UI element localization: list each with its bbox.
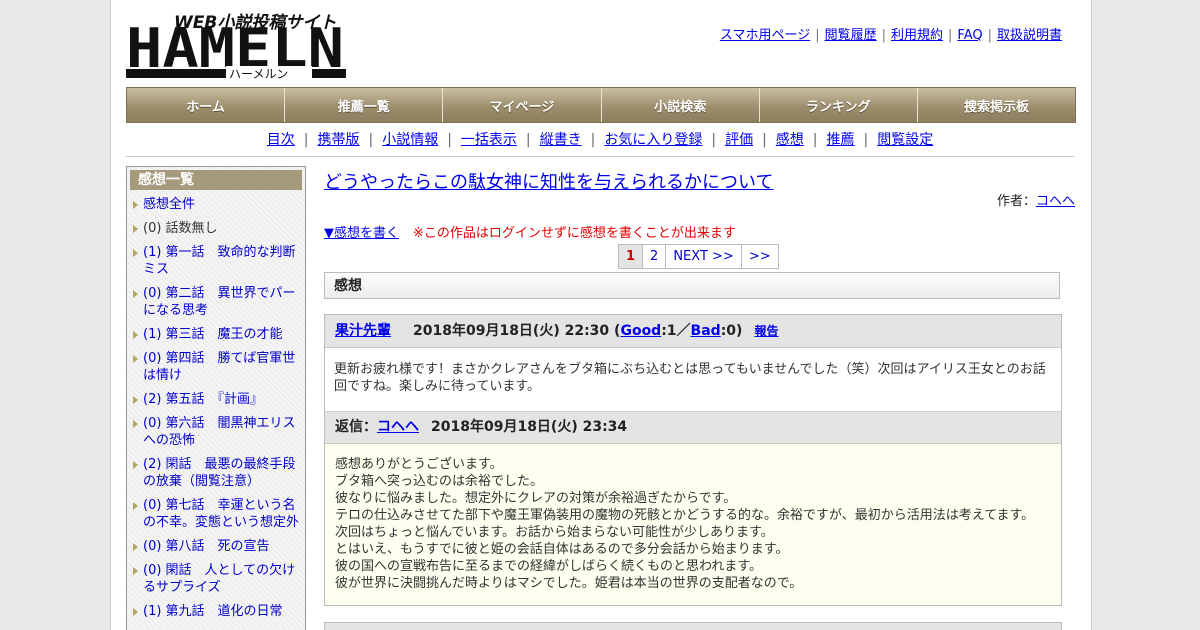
section-heading: 感想 <box>324 272 1060 299</box>
sidebar-item[interactable]: (0) 閑話 人としての欠けるサプライズ <box>127 559 305 600</box>
reply-body: 感想ありがとうございます。 ブタ箱へ突っ込むのは余裕でした。 彼なりに悩みました… <box>325 444 1061 605</box>
comment-body: 更新お疲れ様です！まさかクレアさんをブタ箱にぶち込むとは思ってもいませんでした（… <box>334 362 1046 394</box>
subnav-toc[interactable]: 目次 <box>267 132 295 148</box>
triangle-bullet-icon <box>133 225 138 233</box>
nav-search[interactable]: 小説検索 <box>601 88 760 122</box>
triangle-bullet-icon <box>133 420 138 428</box>
smartphone-page-link[interactable]: スマホ用ページ <box>720 28 810 43</box>
triangle-bullet-icon <box>133 502 138 510</box>
pagination: 1 2 NEXT >> >> <box>618 244 779 269</box>
good-link[interactable]: Good <box>620 323 661 339</box>
subnav-all[interactable]: 一括表示 <box>461 132 517 148</box>
author-link[interactable]: コヘヘ <box>1036 194 1075 209</box>
subnav-comments[interactable]: 感想 <box>776 132 804 148</box>
sidebar-item[interactable]: (2) 第五話 『計画』 <box>127 388 305 412</box>
page-next-link[interactable]: NEXT >> <box>666 245 742 268</box>
triangle-bullet-icon <box>133 396 138 404</box>
sidebar-item[interactable]: (2) 閑話 最悪の最終手段の放棄（閲覧注意） <box>127 453 305 494</box>
nav-ranking[interactable]: ランキング <box>759 88 918 122</box>
nav-board[interactable]: 捜索掲示板 <box>917 88 1076 122</box>
divider <box>126 156 1074 157</box>
top-links: スマホ用ページ | 閲覧履歴 | 利用規約 | FAQ | 取扱説明書 <box>719 28 1062 43</box>
terms-link[interactable]: 利用規約 <box>891 28 943 43</box>
author-line: 作者：コヘヘ <box>996 194 1075 209</box>
triangle-bullet-icon <box>133 201 138 209</box>
comment-sidebar: 感想一覧 感想全件 (0) 話数無し (1) 第一話 致命的な判断ミス (0) … <box>126 166 306 630</box>
sidebar-list: 感想全件 (0) 話数無し (1) 第一話 致命的な判断ミス (0) 第二話 異… <box>127 193 305 624</box>
hameln-logo[interactable]: WEB小説投稿サイト HAMELN ハーメルン <box>126 10 346 80</box>
nav-recommend[interactable]: 推薦一覧 <box>285 88 444 122</box>
subnav-settings[interactable]: 閲覧設定 <box>877 132 933 148</box>
sidebar-item[interactable]: (1) 第九話 道化の日常 <box>127 600 305 624</box>
page-2-link[interactable]: 2 <box>643 245 667 268</box>
reply-line: 彼なりに悩みました。想定外にクレアの対策が余裕過ぎたからです。 <box>335 491 737 506</box>
sidebar-item[interactable]: (0) 第二話 異世界でパーになる思考 <box>127 282 305 323</box>
reply-line: 彼が世界に決闘挑んだ時よりはマシでした。姫君は本当の世界の支配者なので。 <box>335 576 803 591</box>
reply-line: ブタ箱へ突っ込むのは余裕でした。 <box>335 474 544 489</box>
main-nav: ホーム 推薦一覧 マイページ 小説検索 ランキング 捜索掲示板 <box>126 87 1076 123</box>
reply-line: 彼の国への宣戦布告に至るまでの経緯がしばらく続くものと思われます。 <box>335 559 763 574</box>
sidebar-item[interactable]: (1) 第一話 致命的な判断ミス <box>127 241 305 282</box>
subnav-favorite[interactable]: お気に入り登録 <box>604 132 702 148</box>
triangle-bullet-icon <box>133 567 138 575</box>
commenter-link[interactable]: 果汁先輩 <box>335 323 391 339</box>
subnav-rate[interactable]: 評価 <box>725 132 753 148</box>
comment-entry: 果汁先輩 2018年09月18日(火) 22:30 (Good:1／Bad:0) 報… <box>324 314 1062 606</box>
novel-title-link[interactable]: どうやったらこの駄女神に知性を与えられるかについて <box>324 168 773 194</box>
write-comment-link[interactable]: ▼感想を書く <box>324 226 399 241</box>
manual-link[interactable]: 取扱説明書 <box>997 28 1062 43</box>
sidebar-item[interactable]: (0) 第七話 幸運という名の不幸。変態という想定外 <box>127 494 305 535</box>
next-comment-entry <box>324 622 1062 630</box>
comment-header: 果汁先輩 2018年09月18日(火) 22:30 (Good:1／Bad:0) 報… <box>325 315 1061 348</box>
reply-line: 感想ありがとうございます。 <box>335 457 503 472</box>
triangle-bullet-icon <box>133 355 138 363</box>
sidebar-item[interactable]: (1) 第三話 魔王の才能 <box>127 323 305 347</box>
nav-mypage[interactable]: マイページ <box>443 88 602 122</box>
report-link[interactable]: 報告 <box>754 324 778 338</box>
reply-author-link[interactable]: コヘヘ <box>377 419 419 435</box>
write-comment-row: ▼感想を書く ※この作品はログインせずに感想を書くことが出来ます <box>324 222 736 241</box>
reply-date: 2018年09月18日(火) 23:34 <box>431 419 628 435</box>
page-container: WEB小説投稿サイト HAMELN ハーメルン スマホ用ページ | 閲覧履歴 | 利用規… <box>110 0 1092 630</box>
history-link[interactable]: 閲覧履歴 <box>825 28 877 43</box>
subnav-mobile[interactable]: 携帯版 <box>317 132 359 148</box>
triangle-bullet-icon <box>133 608 138 616</box>
page-current: 1 <box>619 245 644 268</box>
sidebar-item[interactable]: 感想全件 <box>127 193 305 217</box>
guest-comment-note: ※この作品はログインせずに感想を書くことが出来ます <box>413 226 736 241</box>
bad-link[interactable]: Bad <box>691 323 721 339</box>
subnav-recommend[interactable]: 推薦 <box>827 132 855 148</box>
sidebar-item[interactable]: (0) 第四話 勝てば官軍世は情け <box>127 347 305 388</box>
triangle-bullet-icon <box>133 543 138 551</box>
reply-line: 次回はちょっと悩んでいます。お話から始まらない可能性が少しあります。 <box>335 525 774 540</box>
reply-header: 返信：コヘヘ 2018年09月18日(火) 23:34 <box>325 411 1061 444</box>
faq-link[interactable]: FAQ <box>957 28 982 43</box>
subnav-info[interactable]: 小説情報 <box>382 132 438 148</box>
triangle-bullet-icon <box>133 249 138 257</box>
sidebar-item[interactable]: (0) 第八話 死の宣告 <box>127 535 305 559</box>
logo-kana: ハーメルン <box>229 67 288 80</box>
sub-nav: 目次 | 携帯版 | 小説情報 | 一括表示 | 縦書き | お気に入り登録 | 評価 | 感想 | 推薦 | 閲覧… <box>266 132 934 148</box>
reply-line: とはいえ、もうすでに彼と姫の会話自体はあるので多分会話から始まります。 <box>335 542 789 557</box>
comment-date: 2018年09月18日(火) 22:30 <box>413 323 610 339</box>
page-last-link[interactable]: >> <box>742 245 778 268</box>
triangle-bullet-icon <box>133 331 138 339</box>
triangle-bullet-icon <box>133 290 138 298</box>
sidebar-item[interactable]: (0) 第六話 闇黒神エリスへの恐怖 <box>127 412 305 453</box>
reply-line: テロの仕込みさせてた部下や魔王軍偽装用の魔物の死骸とかどうする的な。余裕ですが、… <box>335 508 1035 523</box>
triangle-bullet-icon <box>133 461 138 469</box>
subnav-vertical[interactable]: 縦書き <box>540 132 582 148</box>
nav-home[interactable]: ホーム <box>127 88 286 122</box>
sidebar-title: 感想一覧 <box>130 170 302 190</box>
sidebar-item: (0) 話数無し <box>127 217 305 241</box>
